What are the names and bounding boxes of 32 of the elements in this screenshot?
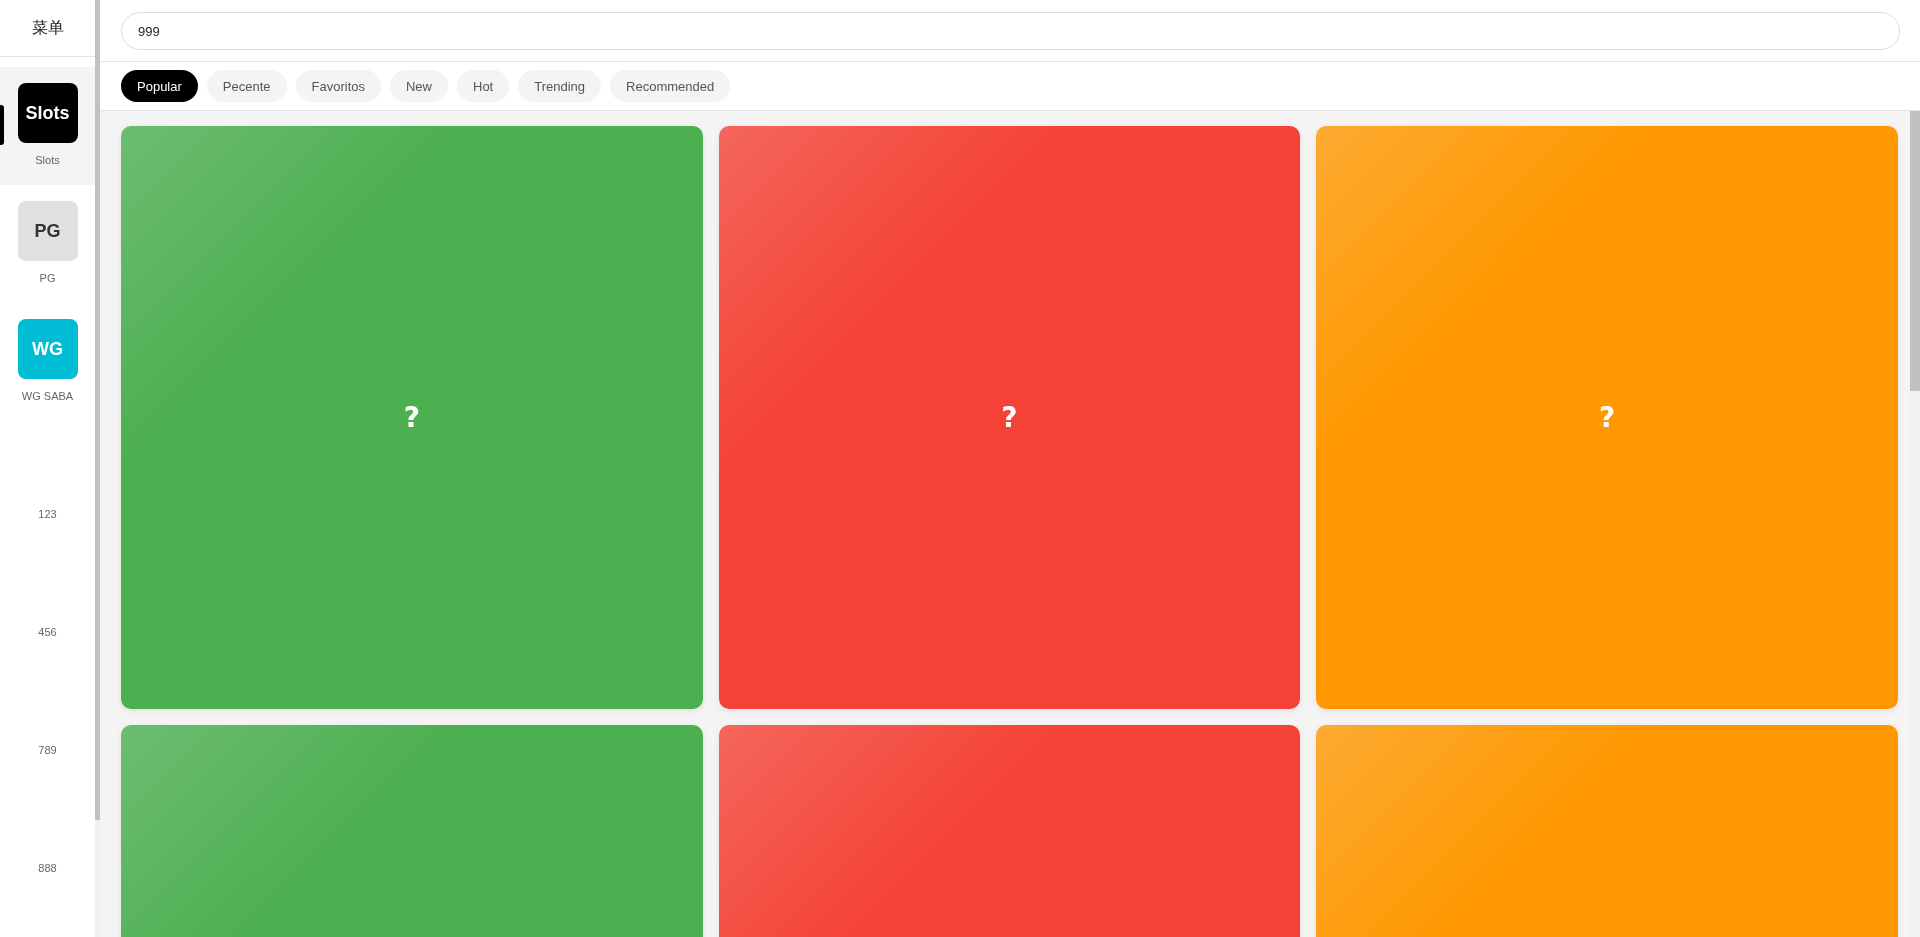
sidebar-label: 456: [38, 626, 57, 638]
tab[interactable]: Hot: [457, 70, 510, 102]
tab[interactable]: Trending: [518, 70, 602, 102]
sidebar-item[interactable]: Slots Slots: [0, 67, 95, 185]
sidebar-label: WG SABA: [21, 390, 74, 402]
sidebar-item[interactable]: WG WG SABA: [0, 303, 95, 421]
category-icon: PG: [17, 201, 78, 261]
sidebar-label: 789: [38, 744, 57, 756]
sidebar-item[interactable]: 888: [0, 775, 95, 893]
card-label: ?: [1001, 401, 1018, 434]
search-field[interactable]: 999: [121, 12, 1900, 50]
category-icon: Slots: [17, 83, 78, 143]
sidebar-item[interactable]: 456: [0, 539, 95, 657]
tab[interactable]: Favoritos: [295, 70, 381, 102]
tab[interactable]: Popular: [121, 70, 198, 102]
card-label: ?: [1599, 401, 1616, 434]
sidebar-item[interactable]: 123: [0, 421, 95, 539]
sidebar-label: 888: [38, 862, 57, 874]
game-card[interactable]: ?: [718, 126, 1301, 709]
scrollbar-thumb[interactable]: [95, 0, 100, 820]
tab[interactable]: Pecente: [206, 70, 287, 102]
card-label: ?: [403, 401, 420, 434]
active-indicator: [0, 105, 4, 145]
category-icon: WG: [17, 319, 78, 379]
sidebar-label: Slots: [35, 154, 60, 166]
sidebar-item[interactable]: PG PG: [0, 185, 95, 303]
tab[interactable]: New: [390, 70, 448, 102]
tab[interactable]: Recommended: [610, 70, 731, 102]
sidebar-label: 123: [38, 508, 57, 520]
sidebar-item[interactable]: 789: [0, 657, 95, 775]
scrollbar-thumb[interactable]: [1910, 111, 1920, 391]
sidebar-label: PG: [39, 272, 56, 284]
